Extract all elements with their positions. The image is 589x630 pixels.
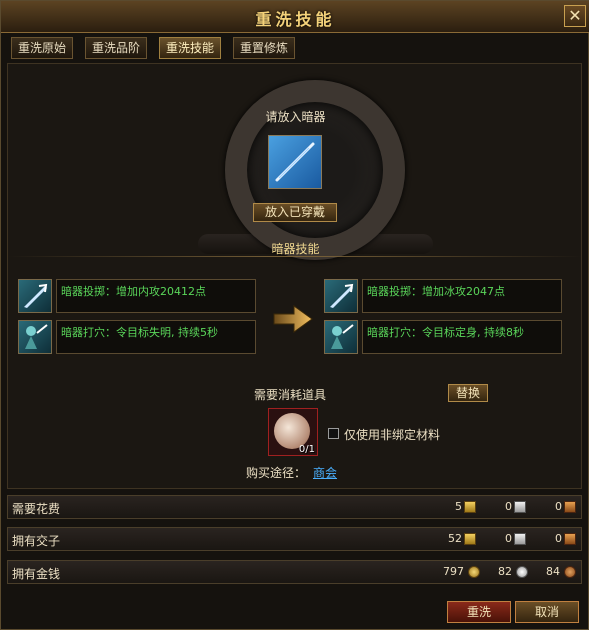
close-button[interactable]: ✕ [564,5,586,27]
dart-skill-icon[interactable] [324,279,358,313]
cost-row-owned-tickets: 拥有交子 52 0 0 [7,527,582,551]
tab-rewash-original[interactable]: 重洗原始 [11,37,74,59]
cost-value: 797 [443,565,464,578]
cost-row-required: 需要花费 5 0 0 [7,495,582,519]
cancel-button[interactable]: 取消 [515,601,579,623]
material-count: 0/1 [298,444,315,455]
cost-value: 5 [455,500,462,513]
throwing-needle-icon [275,142,315,182]
pressure-point-skill-icon[interactable] [18,320,52,354]
cost-value: 0 [505,500,512,513]
main-panel: 请放入暗器 放入已穿戴 暗器技能 暗器投掷：增加内攻20412点 暗器打穴：令目… [7,63,582,489]
replace-button[interactable]: 替换 [448,384,488,402]
bronze-ticket-icon [564,501,576,513]
tab-reset-cultivation[interactable]: 重置修炼 [233,37,296,59]
cost-row-owned-money: 拥有金钱 797 82 84 [7,560,582,584]
cost-value: 0 [505,532,512,545]
tab-rewash-skill[interactable]: 重洗技能 [159,37,222,59]
cost-label: 拥有交子 [12,534,61,548]
rewash-skill-window: 重洗技能 ✕ 重洗原始 重洗品阶 重洗技能 重置修炼 请放入暗器 放入已穿戴 暗… [0,0,589,630]
close-icon: ✕ [568,6,582,25]
bronze-ticket-icon [564,533,576,545]
cost-value: 0 [555,500,562,513]
skills-section-title: 暗器技能 [271,242,320,256]
current-skill-text: 暗器投掷：增加内攻20412点 [56,279,256,313]
cost-label: 需要花费 [12,502,61,516]
equip-worn-button[interactable]: 放入已穿戴 [253,203,337,222]
title-bar[interactable]: 重洗技能 ✕ [1,1,589,33]
bronze-coin-icon [564,566,576,578]
current-skill-text: 暗器打穴：令目标失明, 持续5秒 [56,320,256,354]
new-skill-text: 暗器打穴：令目标定身, 持续8秒 [362,320,562,354]
cost-label: 拥有金钱 [12,567,61,581]
cost-value: 82 [498,565,512,578]
rewash-button[interactable]: 重洗 [447,601,511,623]
cost-value: 0 [555,532,562,545]
unbound-only-checkbox[interactable] [328,428,339,439]
pressure-point-skill-icon[interactable] [324,320,358,354]
consume-items-label: 需要消耗道具 [254,388,327,402]
section-divider [8,256,581,257]
cost-value: 52 [448,532,462,545]
material-slot[interactable]: 0/1 [268,408,318,456]
dart-skill-icon[interactable] [18,279,52,313]
weapon-prompt: 请放入暗器 [265,110,326,124]
tab-rewash-grade[interactable]: 重洗品阶 [85,37,148,59]
hidden-weapon-slot[interactable] [268,135,322,189]
chamber-of-commerce-link[interactable]: 商会 [313,464,337,481]
arrow-right-icon [273,305,313,333]
cost-value: 84 [546,565,560,578]
unbound-only-label: 仅使用非绑定材料 [344,428,441,442]
new-skill-text: 暗器投掷：增加冰攻2047点 [362,279,562,313]
purchase-route-label: 购买途径： [246,466,307,480]
window-title: 重洗技能 [255,10,336,29]
